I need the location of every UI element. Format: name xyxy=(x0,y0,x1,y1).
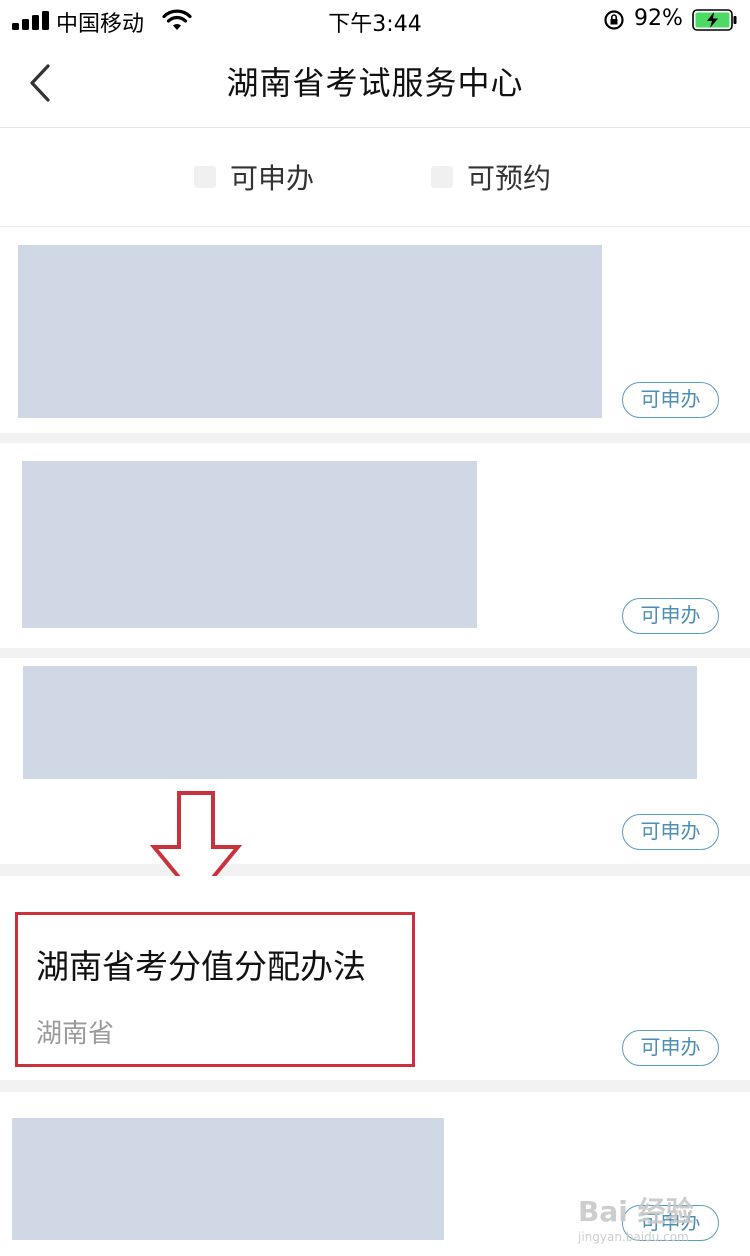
divider xyxy=(0,433,750,443)
page-title: 湖南省考试服务中心 xyxy=(226,64,524,102)
status-bar: 中国移动 下午3:44 92% xyxy=(0,0,750,40)
redacted-content xyxy=(22,461,477,628)
baidu-watermark: Bai 经验 jingyan.baidu.com xyxy=(578,1190,694,1244)
redacted-content xyxy=(18,245,602,418)
filter-checkbox[interactable] xyxy=(431,166,453,188)
watermark-text: Bai 经验 xyxy=(578,1195,694,1228)
filter-label: 可预约 xyxy=(467,162,552,195)
status-badge: 可申办 xyxy=(622,814,719,850)
divider xyxy=(0,864,750,876)
redacted-content xyxy=(12,1118,444,1240)
filter-label: 可申办 xyxy=(230,162,315,195)
status-badge: 可申办 xyxy=(622,382,719,418)
battery-percent: 92% xyxy=(634,6,683,31)
watermark-url: jingyan.baidu.com xyxy=(578,1230,689,1244)
filter-can-apply[interactable]: 可申办 xyxy=(194,159,314,195)
orientation-lock-icon xyxy=(604,10,624,30)
divider xyxy=(0,1080,750,1092)
highlight-box xyxy=(15,912,415,1067)
divider xyxy=(0,648,750,658)
status-badge: 可申办 xyxy=(622,598,719,634)
filter-can-reserve[interactable]: 可预约 xyxy=(431,159,551,195)
filter-bar: 可申办 可预约 xyxy=(0,129,750,227)
battery-charging-icon xyxy=(692,9,737,31)
redacted-content xyxy=(23,666,697,779)
filter-checkbox[interactable] xyxy=(194,166,216,188)
status-badge: 可申办 xyxy=(622,1030,719,1066)
navigation-bar: 湖南省考试服务中心 xyxy=(0,40,750,128)
